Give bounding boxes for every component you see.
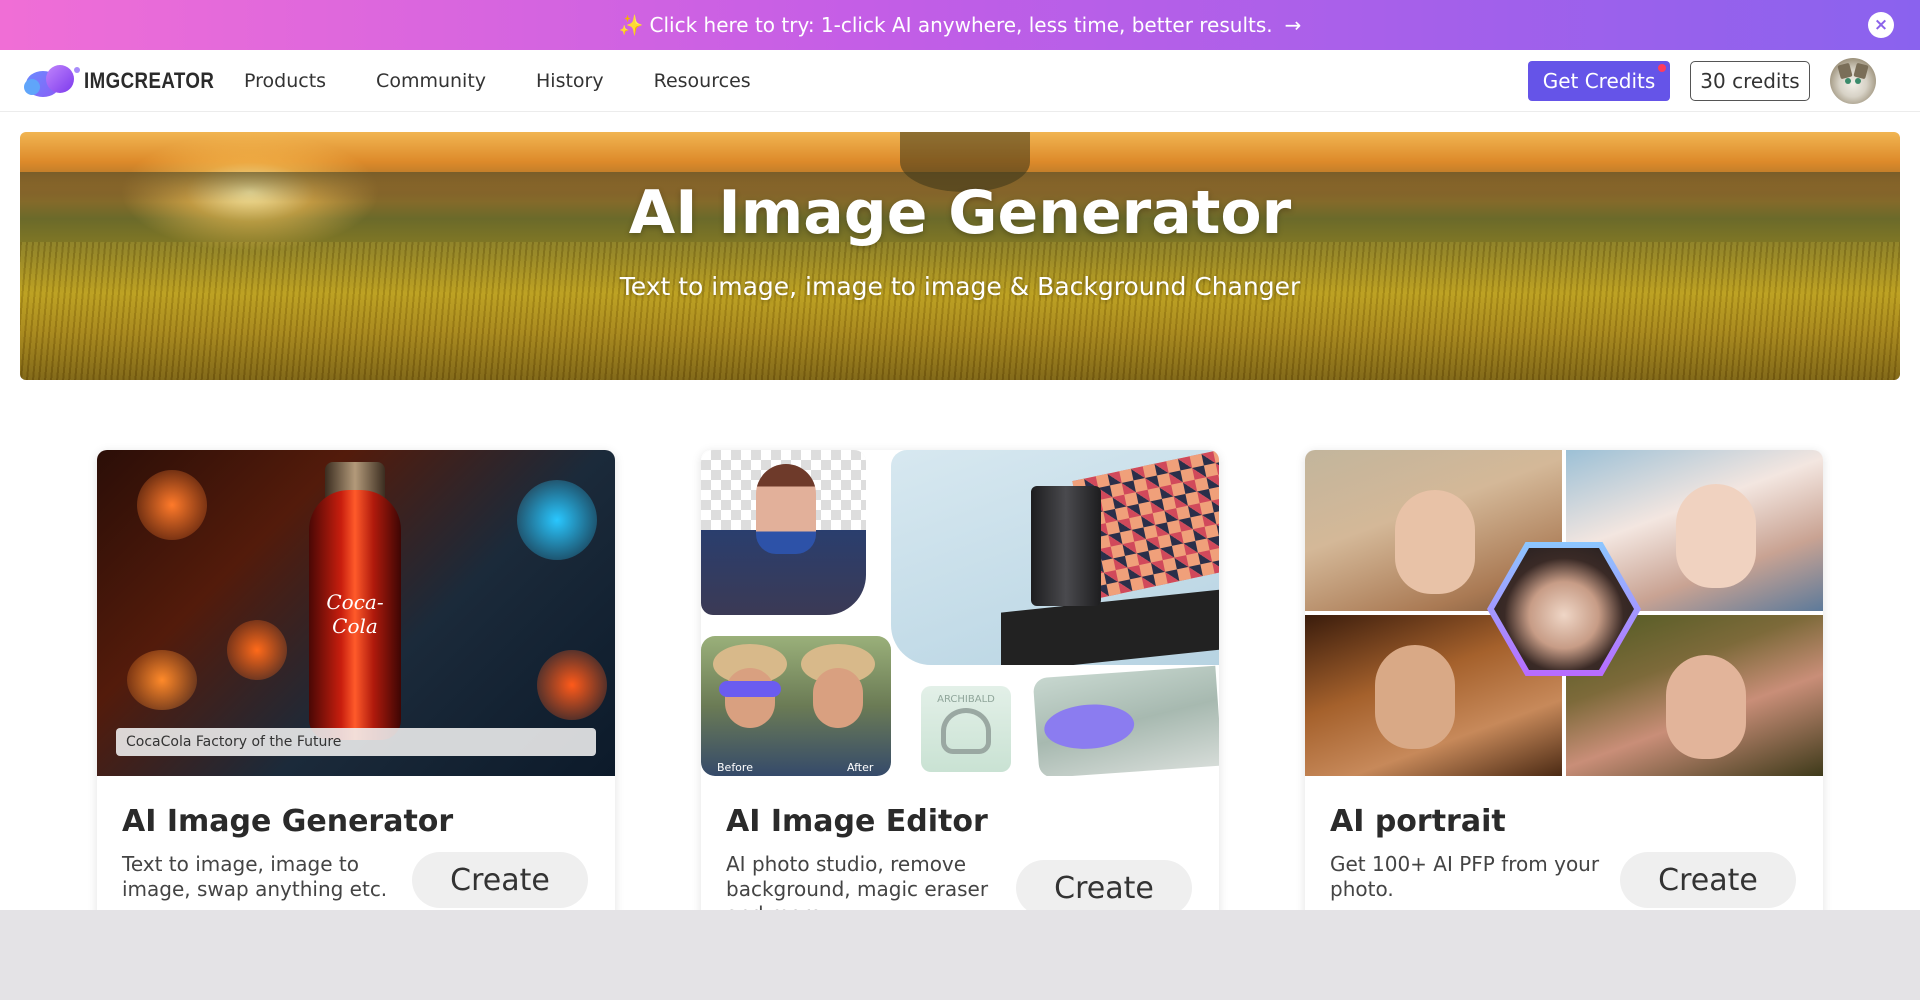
nav-products[interactable]: Products [244,70,326,92]
avatar[interactable] [1830,58,1876,104]
close-icon[interactable]: × [1868,12,1894,38]
hero-title: AI Image Generator [628,178,1292,248]
create-button[interactable]: Create [1620,852,1796,908]
before-label: Before [717,761,753,774]
card-title: AI Image Editor [726,804,988,839]
notification-dot [1658,64,1666,72]
logo-icon [24,63,80,99]
create-button[interactable]: Create [412,852,588,908]
logo[interactable]: IMGCREATOR [24,63,237,99]
arrow-right-icon: → [1284,13,1302,37]
image-caption: CocaCola Factory of the Future [116,728,596,756]
card-ai-image-generator[interactable]: Coca-Cola CocaCola Factory of the Future… [97,450,615,950]
sparkle-icon: ✨ [618,13,644,37]
nav-links: Products Community History Resources [244,50,801,112]
credits-count-badge[interactable]: 30 credits [1690,61,1810,101]
brand-label: ARCHIBALD [937,694,995,705]
card-ai-image-editor[interactable]: Before After ARCHIBALD AI Image Editor A… [701,450,1219,950]
card-image: Coca-Cola CocaCola Factory of the Future [97,450,615,776]
card-image [1305,450,1823,776]
get-credits-button[interactable]: Get Credits [1528,61,1670,101]
nav-resources[interactable]: Resources [654,70,751,92]
nav-history[interactable]: History [536,70,604,92]
headphones-image [941,708,991,754]
brand-text: Coca-Cola [326,590,384,638]
promo-text[interactable]: Click here to try: 1-click AI anywhere, … [650,13,1273,37]
after-label: After [847,761,874,774]
nav-community[interactable]: Community [376,70,486,92]
card-title: AI Image Generator [122,804,454,839]
hero-banner: AI Image Generator Text to image, image … [20,132,1900,380]
card-description: Get 100+ AI PFP from your photo. [1330,852,1600,901]
card-image: Before After ARCHIBALD [701,450,1219,776]
create-button[interactable]: Create [1016,860,1192,916]
logo-text: IMGCREATOR [84,68,215,93]
credits-count-label: 30 credits [1700,69,1800,93]
bottom-overlay [0,910,1920,1000]
get-credits-label: Get Credits [1542,69,1656,93]
card-title: AI portrait [1330,804,1506,839]
card-ai-portrait[interactable]: AI portrait Get 100+ AI PFP from your ph… [1305,450,1823,950]
promo-banner[interactable]: ✨ Click here to try: 1-click AI anywhere… [0,0,1920,50]
card-description: Text to image, image to image, swap anyt… [122,852,388,901]
hero-subtitle: Text to image, image to image & Backgrou… [619,272,1301,301]
top-nav: IMGCREATOR Products Community History Re… [0,50,1920,112]
